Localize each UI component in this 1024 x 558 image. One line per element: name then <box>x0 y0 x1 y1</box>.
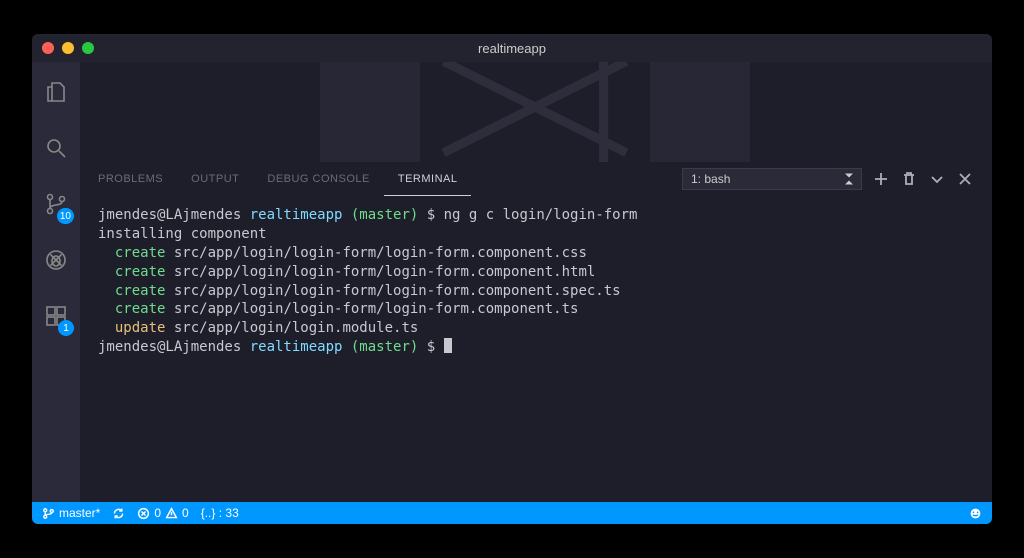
panel-tabs: PROBLEMS OUTPUT DEBUG CONSOLE TERMINAL 1… <box>80 162 992 196</box>
window-controls <box>42 42 94 54</box>
status-branch[interactable]: master* <box>42 506 100 520</box>
editor-area <box>80 62 992 162</box>
status-sync[interactable] <box>112 507 125 520</box>
maximize-window-button[interactable] <box>82 42 94 54</box>
warning-count: 0 <box>182 506 189 520</box>
plus-icon <box>873 171 889 187</box>
error-count: 0 <box>154 506 161 520</box>
close-panel-button[interactable] <box>956 170 974 188</box>
branch-name: master* <box>59 506 100 520</box>
scm-tab[interactable]: 10 <box>32 184 80 224</box>
window-title: realtimeapp <box>478 41 546 56</box>
diff-text: {..} : 33 <box>201 506 239 520</box>
terminal-output[interactable]: jmendes@LAjmendes realtimeapp (master) $… <box>80 196 992 502</box>
search-tab[interactable] <box>32 128 80 168</box>
git-branch-icon <box>42 507 55 520</box>
smiley-icon <box>969 507 982 520</box>
titlebar: realtimeapp <box>32 34 992 62</box>
warning-icon <box>165 507 178 520</box>
extensions-badge: 1 <box>58 320 74 336</box>
bug-icon <box>44 248 68 272</box>
terminal-selector[interactable]: 1: bash <box>682 168 862 190</box>
tab-problems[interactable]: PROBLEMS <box>84 162 177 196</box>
scm-badge: 10 <box>57 208 74 224</box>
tab-terminal[interactable]: TERMINAL <box>384 162 472 196</box>
maximize-panel-button[interactable] <box>928 170 946 188</box>
close-icon <box>957 171 973 187</box>
window-body: 10 1 PROBLEMS OUTPUT DEBU <box>32 62 992 502</box>
status-feedback[interactable] <box>969 507 982 520</box>
status-diff[interactable]: {..} : 33 <box>201 506 239 520</box>
search-icon <box>44 136 68 160</box>
sync-icon <box>112 507 125 520</box>
files-icon <box>44 80 68 104</box>
panel: PROBLEMS OUTPUT DEBUG CONSOLE TERMINAL 1… <box>80 162 992 502</box>
tab-debug-console[interactable]: DEBUG CONSOLE <box>253 162 383 196</box>
tab-output[interactable]: OUTPUT <box>177 162 253 196</box>
chevron-down-icon <box>929 171 945 187</box>
error-icon <box>137 507 150 520</box>
close-window-button[interactable] <box>42 42 54 54</box>
debug-tab[interactable] <box>32 240 80 280</box>
minimize-window-button[interactable] <box>62 42 74 54</box>
status-problems[interactable]: 0 0 <box>137 506 188 520</box>
vscode-watermark-icon <box>420 62 650 162</box>
status-bar: master* 0 0 {..} : 33 <box>32 502 992 524</box>
new-terminal-button[interactable] <box>872 170 890 188</box>
activity-bar: 10 1 <box>32 62 80 502</box>
extensions-tab[interactable]: 1 <box>32 296 80 336</box>
panel-controls: 1: bash <box>682 168 974 190</box>
trash-icon <box>901 171 917 187</box>
app-window: realtimeapp 10 1 <box>32 34 992 524</box>
explorer-tab[interactable] <box>32 72 80 112</box>
editor-and-panel: PROBLEMS OUTPUT DEBUG CONSOLE TERMINAL 1… <box>80 62 992 502</box>
terminal-selector-label: 1: bash <box>691 172 730 186</box>
kill-terminal-button[interactable] <box>900 170 918 188</box>
